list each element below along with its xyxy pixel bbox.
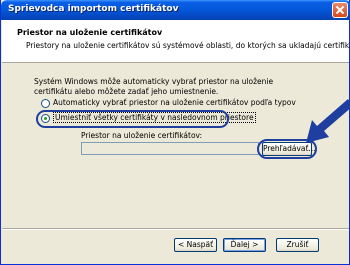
page-subtitle: Priestory na uloženie certifikátov sú sy… <box>26 41 350 50</box>
store-field[interactable] <box>81 142 259 155</box>
window-title: Sprievodca importom certifikátov <box>8 4 179 14</box>
store-label: Priestor na uloženie certifikátov: <box>81 131 203 140</box>
footer-divider <box>2 228 349 230</box>
header-panel: Priestor na uloženie certifikátov Priest… <box>2 20 350 63</box>
wizard-window: Sprievodca importom certifikátov Priesto… <box>0 0 350 265</box>
page-title: Priestor na uloženie certifikátov <box>17 28 163 37</box>
radio-auto-indicator[interactable] <box>41 99 50 108</box>
close-icon[interactable] <box>332 2 348 18</box>
back-button[interactable]: < Naspäť <box>174 238 217 252</box>
radio-auto-label[interactable]: Automaticky vybrať priestor na uloženie … <box>53 98 296 107</box>
highlight-ellipse <box>36 110 229 128</box>
description-text: Systém Windows môže automaticky vybrať p… <box>34 77 274 96</box>
cancel-button[interactable]: Zrušiť <box>276 238 319 252</box>
next-button[interactable]: Ďalej > <box>223 238 266 252</box>
pointer-arrow-icon <box>306 99 350 143</box>
title-bar[interactable]: Sprievodca importom certifikátov <box>1 0 350 20</box>
